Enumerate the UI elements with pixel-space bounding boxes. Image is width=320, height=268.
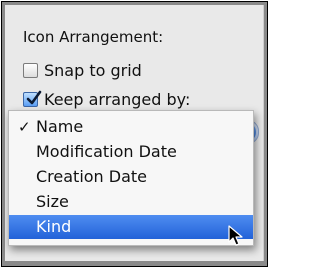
menu-item-size[interactable]: Size [9, 190, 253, 214]
menu-item-label: Size [36, 192, 69, 211]
menu-item-label: Name [36, 117, 84, 136]
menu-item-creation-date[interactable]: Creation Date [9, 165, 253, 189]
keep-arranged-by-option[interactable]: Keep arranged by: [23, 88, 190, 110]
menu-item-label: Modification Date [36, 142, 177, 161]
snap-to-grid-checkbox[interactable] [23, 62, 38, 78]
snap-to-grid-option[interactable]: Snap to grid [23, 59, 142, 81]
keep-arranged-by-checkbox[interactable] [23, 90, 42, 107]
menu-item-label: Kind [36, 217, 72, 236]
menu-item-label: Creation Date [36, 167, 148, 186]
section-title: Icon Arrangement: [23, 28, 164, 46]
checkmark-icon [26, 90, 42, 104]
keep-arranged-by-label: Keep arranged by: [44, 89, 191, 109]
snap-to-grid-label: Snap to grid [44, 60, 142, 80]
menu-item-name[interactable]: ✓ Name [9, 115, 253, 139]
checkmark-icon: ✓ [18, 118, 31, 136]
menu-item-kind[interactable]: Kind [9, 215, 253, 239]
menu-item-modification-date[interactable]: Modification Date [9, 140, 253, 164]
pointer-arrow-icon [228, 225, 243, 246]
arrange-by-menu: ✓ Name Modification Date Creation Date S… [8, 110, 254, 246]
